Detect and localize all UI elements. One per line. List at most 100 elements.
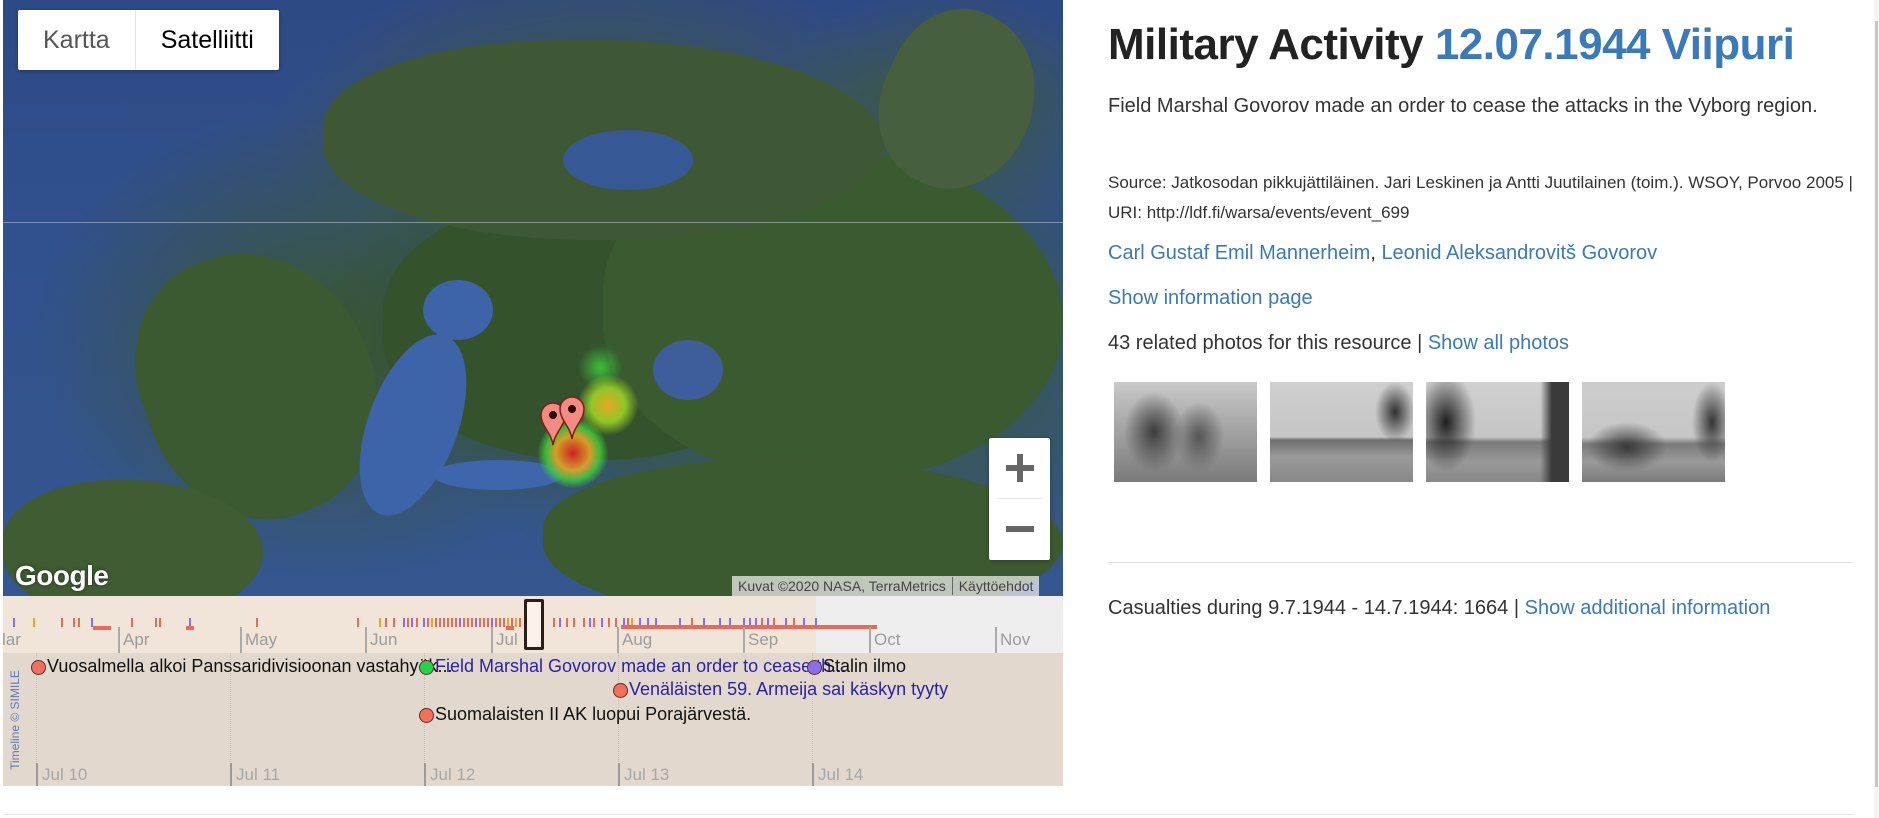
overview-event-tick [487, 618, 489, 627]
overview-event-tick [459, 618, 461, 627]
map-water [653, 340, 723, 400]
photo-thumbnail[interactable] [1270, 382, 1413, 482]
overview-event-tick [495, 618, 497, 627]
timeline-credit[interactable]: Timeline © SIMILE [4, 653, 26, 786]
person-link[interactable]: Leonid Aleksandrovitš Govorov [1381, 242, 1657, 264]
overview-event-tick [427, 618, 429, 627]
overview-event-tick [583, 618, 585, 627]
overview-event-tick [479, 618, 481, 627]
overview-event-tick [451, 618, 453, 627]
overview-event-tick [447, 618, 449, 627]
map-type-satellite-button[interactable]: Satelliitti [134, 10, 279, 70]
overview-event-tick [78, 618, 80, 627]
overview-event-tick [407, 618, 409, 627]
overview-event-tick [553, 618, 555, 627]
photo-thumbnail[interactable] [1582, 382, 1725, 482]
event-dot [31, 660, 46, 675]
map-gridline [3, 222, 1063, 223]
attribution-text: Kuvat ©2020 NASA, TerraMetrics [738, 578, 946, 594]
show-all-photos-link[interactable]: Show all photos [1428, 332, 1569, 354]
overview-event-tick [423, 618, 425, 627]
show-additional-information-link[interactable]: Show additional information [1525, 597, 1771, 619]
page-title: Military Activity 12.07.1944 Viipuri [1108, 20, 1795, 70]
timeline-event[interactable]: Venäläisten 59. Armeija sai käskyn tyyty [613, 679, 948, 700]
photo-thumbnail[interactable] [1426, 382, 1569, 482]
overview-event-tick [159, 618, 161, 627]
page-scrollbar[interactable] [1874, 0, 1879, 818]
zoom-in-button[interactable] [989, 438, 1050, 498]
overview-event-tick [499, 618, 501, 627]
overview-event-tick [379, 618, 381, 627]
overview-event-tick [256, 618, 258, 627]
title-type: Military Activity [1108, 20, 1424, 69]
event-label: Suomalaisten II AK luopui Porajärvestä. [435, 704, 752, 724]
overview-event-tick [471, 618, 473, 627]
google-logo: Google [15, 560, 109, 591]
timeline-viewport-highlight[interactable] [524, 599, 544, 650]
timeline-detail-band[interactable]: Timeline © SIMILE Vuosalmella alkoi Pans… [3, 653, 1063, 786]
overview-event-tick [131, 618, 133, 627]
overview-event-tick [13, 618, 15, 627]
timeline-event[interactable]: Vuosalmella alkoi Panssaridivisioonan va… [31, 656, 453, 677]
event-dot [419, 660, 434, 675]
map-type-kartta-button[interactable]: Kartta [18, 10, 135, 70]
page: Kartta Satelliitti Google Kuvat ©2020 NA… [0, 0, 1879, 818]
overview-event-tick [33, 618, 35, 627]
map-water [563, 130, 693, 190]
photo-thumbnail[interactable] [1114, 382, 1257, 482]
map-type-control: Kartta Satelliitti [18, 10, 279, 70]
person-link[interactable]: Carl Gustaf Emil Mannerheim [1108, 242, 1370, 264]
timeline-event-selected[interactable]: Field Marshal Govorov made an order to c… [419, 656, 846, 677]
event-dot [613, 683, 628, 698]
overview-event-tick [155, 618, 157, 627]
photos-separator: | [1411, 332, 1428, 354]
overview-event-tick [519, 618, 521, 627]
overview-event-tick [515, 618, 517, 627]
related-people: Carl Gustaf Emil Mannerheim, Leonid Alek… [1108, 242, 1657, 265]
overview-event-tick [615, 618, 617, 627]
timeline-overview-band[interactable]: lar Apr May Jun Jul Aug Sep Oct Nov [3, 596, 1063, 653]
overview-event-tick [455, 618, 457, 627]
terms-link[interactable]: Käyttöehdot [953, 578, 1040, 594]
day-label: Jul 11 [230, 763, 280, 786]
overview-event-tick [357, 618, 359, 627]
people-separator: , [1370, 242, 1382, 264]
day-label: Jul 13 [618, 763, 669, 786]
duration-bar [93, 626, 111, 630]
scrollbar-thumb[interactable] [1875, 21, 1878, 787]
overview-event-tick [61, 618, 63, 627]
plus-icon [1005, 454, 1034, 482]
timeline-event[interactable]: Suomalaisten II AK luopui Porajärvestä. [419, 704, 751, 725]
overview-event-tick [443, 618, 445, 627]
map-marker[interactable] [559, 396, 585, 440]
overview-event-tick [608, 618, 610, 627]
timeline-event[interactable]: Stalin ilmo [807, 656, 906, 677]
photos-count: 43 related photos for this resource [1108, 332, 1412, 354]
overview-event-tick [475, 618, 477, 627]
timeline[interactable]: lar Apr May Jun Jul Aug Sep Oct Nov Time… [3, 596, 1063, 786]
overview-event-tick [403, 618, 405, 627]
map[interactable]: Kartta Satelliitti Google Kuvat ©2020 NA… [3, 0, 1063, 596]
overview-event-tick [463, 618, 465, 627]
overview-event-tick [431, 618, 433, 627]
section-divider [1108, 562, 1853, 563]
event-dot [419, 708, 434, 723]
overview-event-tick [393, 618, 395, 627]
map-attribution: Kuvat ©2020 NASA, TerraMetrics Käyttöehd… [732, 576, 1040, 596]
day-label: Jul 12 [424, 763, 475, 786]
overview-event-tick [559, 618, 561, 627]
zoom-out-button[interactable] [989, 499, 1050, 559]
overview-event-tick [385, 618, 387, 627]
month-label: lar [3, 627, 21, 653]
show-information-page-link[interactable]: Show information page [1108, 287, 1313, 310]
zoom-control [989, 438, 1050, 560]
overview-event-tick [435, 618, 437, 627]
month-label: Aug [617, 627, 652, 653]
day-label: Jul 14 [812, 763, 863, 786]
overview-event-tick [589, 618, 591, 627]
overview-event-tick [593, 618, 595, 627]
casualties-separator: | [1508, 597, 1525, 619]
casualties-line: Casualties during 9.7.1944 - 14.7.1944: … [1108, 597, 1770, 620]
overview-event-tick [503, 618, 505, 627]
overview-event-tick [483, 618, 485, 627]
